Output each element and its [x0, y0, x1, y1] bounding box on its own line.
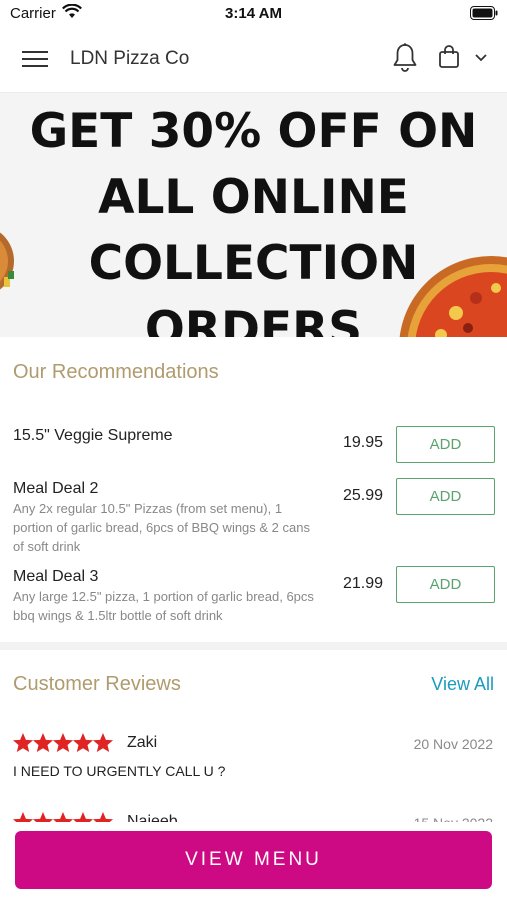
- battery-icon: [470, 6, 498, 20]
- review-text: I NEED TO URGENTLY CALL U ?: [13, 763, 226, 779]
- item-description: Any large 12.5" pizza, 1 portion of garl…: [13, 589, 314, 623]
- clock: 3:14 AM: [225, 5, 282, 22]
- promo-line: ALL ONLINE: [98, 170, 409, 225]
- section-divider: [0, 642, 507, 650]
- item-price: 25.99: [342, 487, 383, 504]
- app-header: LDN Pizza Co: [0, 26, 507, 93]
- bell-icon[interactable]: [392, 42, 418, 74]
- view-menu-button[interactable]: VIEW MENU: [15, 831, 492, 889]
- brand-title: LDN Pizza Co: [70, 48, 190, 69]
- item-name: Meal Deal 3: [13, 568, 99, 585]
- review-date: 20 Nov 2022: [413, 736, 493, 752]
- reviewer-name: Zaki: [127, 734, 158, 751]
- add-button[interactable]: ADD: [396, 566, 495, 603]
- pizza-image: [399, 256, 507, 337]
- recommendations-section: Our Recommendations 15.5" Veggie Supreme…: [0, 338, 507, 642]
- star-rating-icon: [13, 733, 113, 752]
- item-price: 19.95: [342, 434, 383, 451]
- view-all-link[interactable]: View All: [431, 674, 494, 695]
- add-button[interactable]: ADD: [396, 426, 495, 463]
- item-name: Meal Deal 2: [13, 480, 99, 497]
- item-description: Any 2x regular 10.5" Pizzas (from set me…: [13, 501, 310, 554]
- item-price: 21.99: [342, 575, 383, 592]
- item-name: 15.5" Veggie Supreme: [13, 427, 173, 444]
- status-bar: Carrier 3:14 AM: [0, 0, 507, 26]
- recommendations-title: Our Recommendations: [13, 361, 219, 383]
- reviews-title: Customer Reviews: [13, 673, 181, 695]
- chevron-down-icon[interactable]: [474, 53, 488, 63]
- add-button[interactable]: ADD: [396, 478, 495, 515]
- promo-line: GET 30% OFF ON: [29, 104, 478, 159]
- promo-banner[interactable]: GET 30% OFF ON ALL ONLINE COLLECTION ORD…: [0, 93, 507, 337]
- shopping-bag-icon[interactable]: [438, 44, 460, 70]
- hamburger-menu-icon[interactable]: [22, 48, 48, 70]
